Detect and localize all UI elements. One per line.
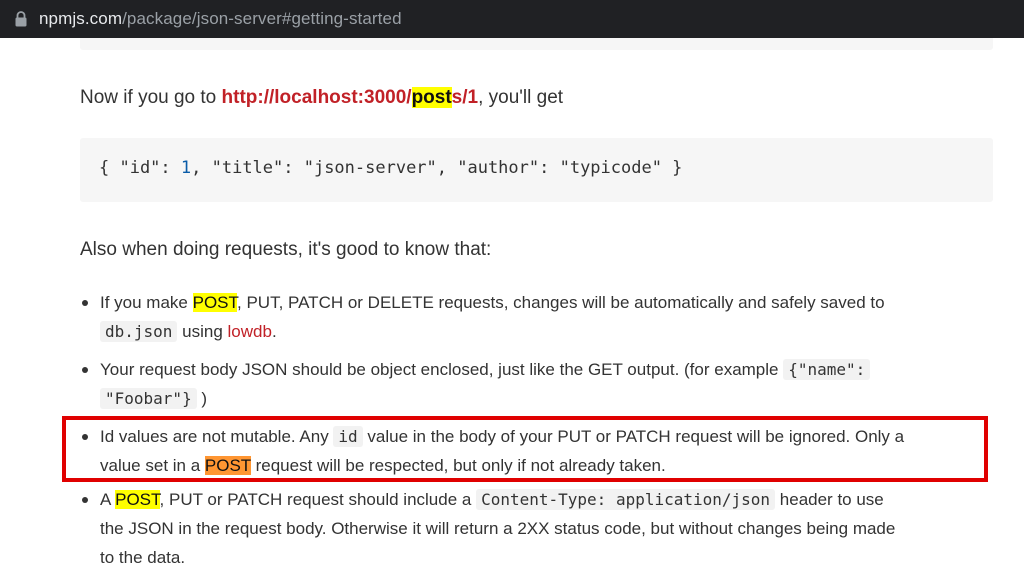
item-text: . <box>271 322 277 341</box>
item-text: the JSON in the request body. Otherwise … <box>100 519 896 538</box>
code-block: { "id": 1, "title": "json-server", "auth… <box>80 138 993 202</box>
lock-icon[interactable] <box>13 10 29 28</box>
inline-code: db.json <box>100 321 178 342</box>
code-text: , "title": "json-server", "author": "typ… <box>191 158 683 178</box>
list-item: Your request body JSON should be object … <box>80 355 995 413</box>
item-text: Your request body JSON should be object … <box>100 360 784 379</box>
inline-code: "Foobar"} <box>100 388 197 409</box>
highlight-annotation-box <box>62 416 988 482</box>
list-item: If you make POST, PUT, PATCH or DELETE r… <box>80 288 995 346</box>
list-item: A POST, PUT or PATCH request should incl… <box>80 485 995 572</box>
item-text: , PUT, PATCH or DELETE requests, changes… <box>237 293 885 312</box>
link-part: http://localhost:3000/ <box>221 87 412 108</box>
item-text: ) <box>196 389 208 408</box>
address-bar[interactable]: npmjs.com/package/json-server#getting-st… <box>0 0 1024 38</box>
paragraph-text: , you'll get <box>478 87 564 108</box>
url-host: npmjs.com <box>39 9 123 28</box>
item-text: to the data. <box>100 548 186 567</box>
search-highlight: POST <box>115 490 160 509</box>
lowdb-link[interactable]: lowdb <box>228 322 272 341</box>
url-text[interactable]: npmjs.com/package/json-server#getting-st… <box>39 9 402 29</box>
code-content: { "id": 1, "title": "json-server", "auth… <box>99 158 682 178</box>
inline-code: Content-Type: application/json <box>476 489 776 510</box>
code-number: 1 <box>180 158 192 178</box>
previous-code-block <box>80 38 993 50</box>
inline-code: {"name": <box>783 359 871 380</box>
item-text: using <box>177 322 228 341</box>
item-text: header to use <box>775 490 884 509</box>
paragraph-localhost: Now if you go to http://localhost:3000/p… <box>80 87 563 109</box>
localhost-link[interactable]: http://localhost:3000/posts/1 <box>221 87 479 108</box>
code-text: { "id": <box>99 158 181 178</box>
item-text: A <box>100 490 116 509</box>
item-text: If you make <box>100 293 193 312</box>
search-highlight: post <box>411 87 452 108</box>
search-highlight: POST <box>192 293 238 312</box>
item-text: , PUT or PATCH request should include a <box>159 490 477 509</box>
paragraph-text: Now if you go to <box>80 87 222 108</box>
paragraph-requests: Also when doing requests, it's good to k… <box>80 239 492 260</box>
url-path: /package/json-server#getting-started <box>122 9 402 28</box>
link-part: s/1 <box>451 87 479 108</box>
